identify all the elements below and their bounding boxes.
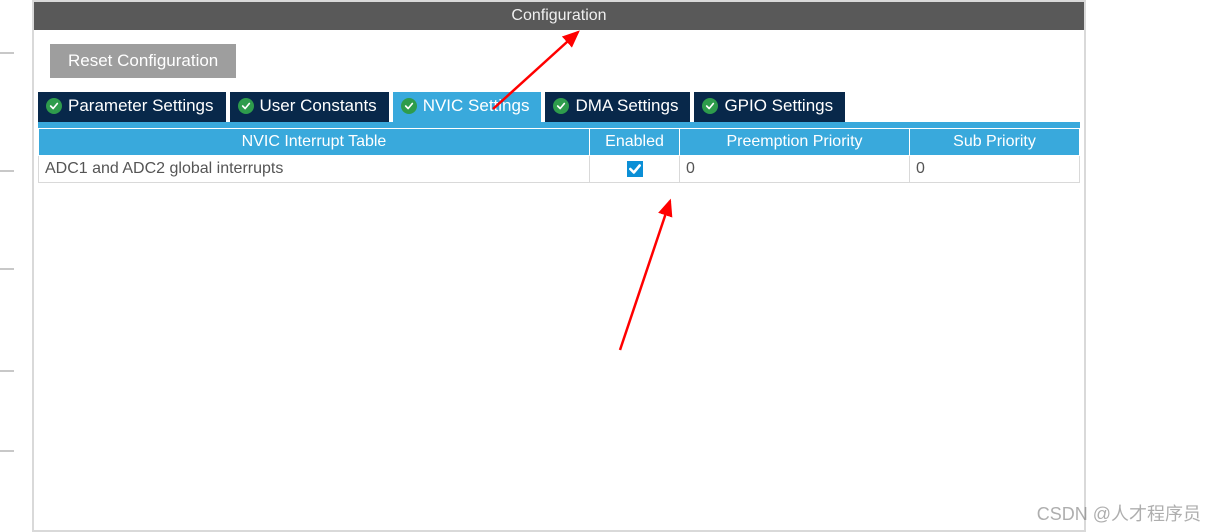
tab-label: Parameter Settings — [68, 96, 214, 116]
table-row: ADC1 and ADC2 global interrupts 00 — [39, 156, 1080, 183]
cell-interrupt-name: ADC1 and ADC2 global interrupts — [39, 156, 590, 183]
col-name: NVIC Interrupt Table — [39, 129, 590, 156]
tab-label: User Constants — [260, 96, 377, 116]
reset-configuration-button[interactable]: Reset Configuration — [50, 44, 236, 78]
left-ruler — [0, 0, 18, 532]
enabled-checkbox[interactable] — [627, 161, 643, 177]
tab-label: DMA Settings — [575, 96, 678, 116]
toolbar: Reset Configuration — [34, 30, 1084, 92]
cell-preemption-priority[interactable]: 0 — [680, 156, 910, 183]
tab-nvic-settings[interactable]: NVIC Settings — [393, 92, 542, 122]
col-preemption: Preemption Priority — [680, 129, 910, 156]
check-circle-icon — [238, 98, 254, 114]
nvic-interrupt-table: NVIC Interrupt Table Enabled Preemption … — [38, 128, 1080, 183]
table-header-row: NVIC Interrupt Table Enabled Preemption … — [39, 129, 1080, 156]
cell-sub-priority[interactable]: 0 — [910, 156, 1080, 183]
tabs-row: Parameter Settings User Constants NVIC Set… — [34, 92, 1084, 122]
tab-label: GPIO Settings — [724, 96, 833, 116]
check-circle-icon — [553, 98, 569, 114]
tab-user-constants[interactable]: User Constants — [230, 92, 389, 122]
tab-gpio-settings[interactable]: GPIO Settings — [694, 92, 845, 122]
panel-title-bar: Configuration — [34, 2, 1084, 30]
cell-enabled — [590, 156, 680, 183]
check-circle-icon — [46, 98, 62, 114]
check-circle-icon — [702, 98, 718, 114]
tab-dma-settings[interactable]: DMA Settings — [545, 92, 690, 122]
panel-title: Configuration — [511, 7, 606, 25]
config-panel: Configuration Reset Configuration Parame… — [32, 0, 1086, 532]
tab-parameter-settings[interactable]: Parameter Settings — [38, 92, 226, 122]
col-sub: Sub Priority — [910, 129, 1080, 156]
tab-label: NVIC Settings — [423, 96, 530, 116]
col-enabled: Enabled — [590, 129, 680, 156]
check-circle-icon — [401, 98, 417, 114]
